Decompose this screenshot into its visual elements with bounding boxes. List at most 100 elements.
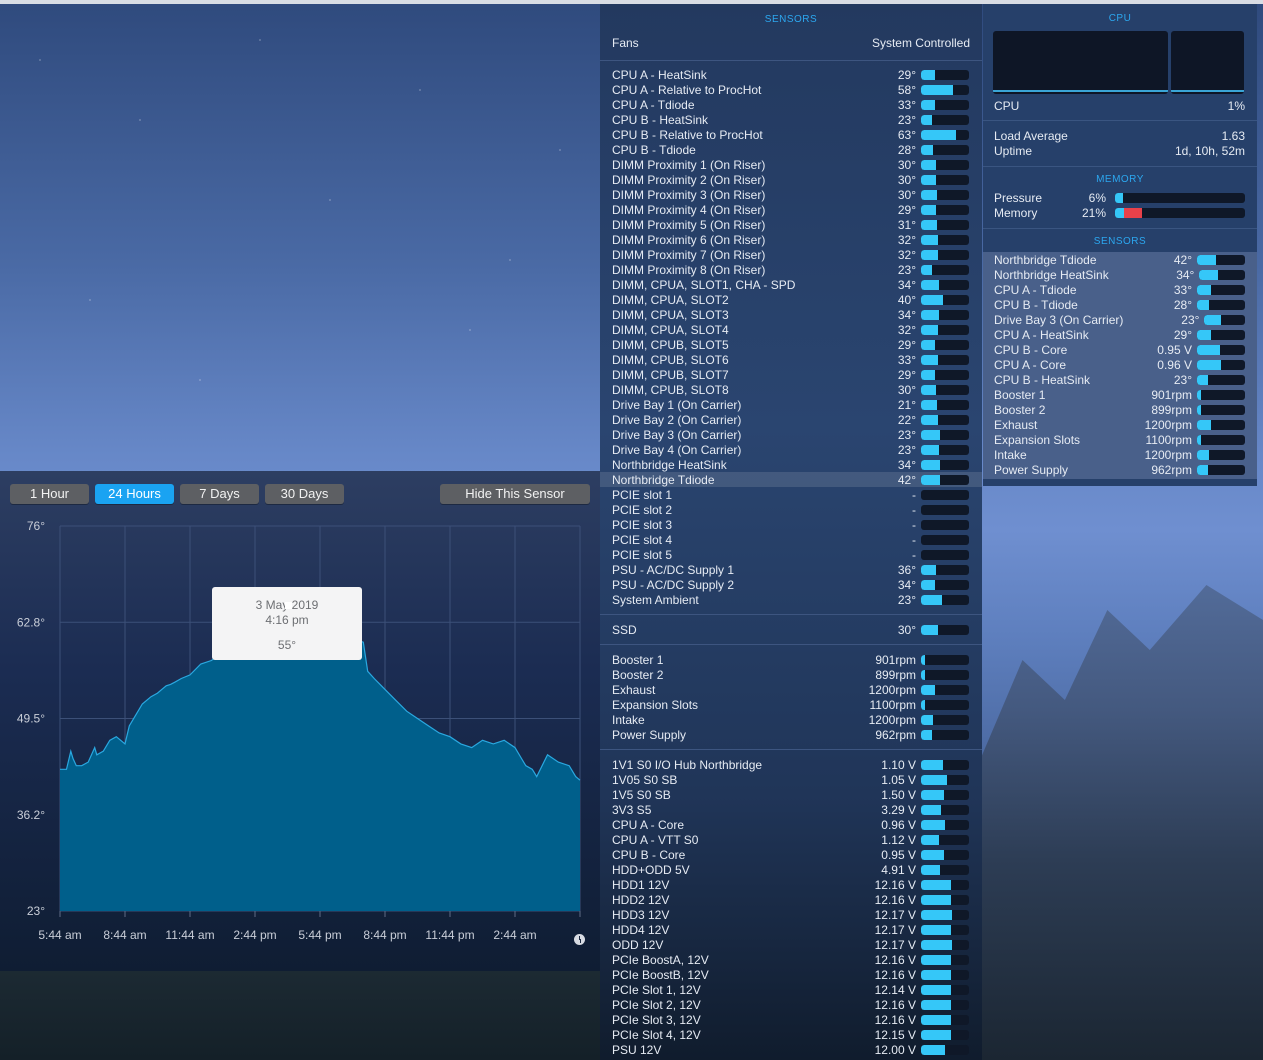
sensor-row[interactable]: PCIe BoostA, 12V 12.16 V [600,952,982,967]
clock-icon[interactable] [574,934,585,945]
sensor-row[interactable]: CPU A - Tdiode 33° [600,97,982,112]
sensor-row[interactable]: 3V3 S5 3.29 V [600,802,982,817]
sensor-row[interactable]: HDD1 12V 12.16 V [600,877,982,892]
sensor-name: CPU B - Core [612,847,686,862]
sensor-row[interactable]: CPU B - Tdiode 28° [600,142,982,157]
sensor-row[interactable]: CPU B - Core 0.95 V [600,847,982,862]
sensor-row[interactable]: DIMM Proximity 8 (On Riser) 23° [600,262,982,277]
sensor-row[interactable]: CPU A - VTT S0 1.12 V [600,832,982,847]
sensor-row[interactable]: HDD2 12V 12.16 V [600,892,982,907]
sensor-name: Drive Bay 2 (On Carrier) [612,412,742,427]
sensor-row[interactable]: PCIE slot 4 - [600,532,982,547]
sensor-row[interactable]: Drive Bay 3 (On Carrier) 23° [983,312,1257,327]
sensor-level-fill [1197,449,1210,460]
sensor-row[interactable]: DIMM, CPUB, SLOT7 29° [600,367,982,382]
sensor-row[interactable]: Booster 1 901rpm [600,652,982,667]
sensor-row[interactable]: DIMM Proximity 1 (On Riser) 30° [600,157,982,172]
fans-mode[interactable]: System Controlled [872,36,970,50]
sensor-row[interactable]: CPU B - HeatSink 23° [600,112,982,127]
sensor-row[interactable]: 1V05 S0 SB 1.05 V [600,772,982,787]
sensor-row[interactable]: Northbridge Tdiode 42° [600,472,982,487]
sensor-row[interactable]: Exhaust 1200rpm [983,417,1257,432]
sensor-row[interactable]: PCIe Slot 1, 12V 12.14 V [600,982,982,997]
sensor-row[interactable]: HDD+ODD 5V 4.91 V [600,862,982,877]
sensor-row[interactable]: PCIe Slot 4, 12V 12.15 V [600,1027,982,1042]
tab-24-hours[interactable]: 24 Hours [95,484,174,504]
sensor-level-fill [921,159,937,170]
sensor-row[interactable]: Drive Bay 1 (On Carrier) 21° [600,397,982,412]
sensor-row[interactable]: CPU B - HeatSink 23° [983,372,1257,387]
sensor-row[interactable]: CPU B - Core 0.95 V [983,342,1257,357]
sensor-value: - [912,547,916,562]
sensor-level-bar [921,384,969,395]
cpu-cores-graph [1171,31,1244,94]
tab-30-days[interactable]: 30 Days [265,484,344,504]
sensor-row[interactable]: CPU A - HeatSink 29° [600,67,982,82]
sensor-row[interactable]: Power Supply 962rpm [983,462,1257,477]
sensor-row[interactable]: DIMM Proximity 6 (On Riser) 32° [600,232,982,247]
sensor-row[interactable]: PCIe Slot 3, 12V 12.16 V [600,1012,982,1027]
sensor-row[interactable]: CPU B - Tdiode 28° [983,297,1257,312]
sensor-row[interactable]: Exhaust 1200rpm [600,682,982,697]
sensor-row[interactable]: Northbridge Tdiode 42° [983,252,1257,267]
sensor-row[interactable]: CPU A - Relative to ProcHot 58° [600,82,982,97]
sensor-row[interactable]: Expansion Slots 1100rpm [983,432,1257,447]
sensor-row[interactable]: PCIe Slot 2, 12V 12.16 V [600,997,982,1012]
sensor-row[interactable]: Northbridge HeatSink 34° [983,267,1257,282]
sensor-row[interactable]: System Ambient 23° [600,592,982,607]
sensor-row[interactable]: CPU A - Core 0.96 V [983,357,1257,372]
sensor-row[interactable]: DIMM, CPUB, SLOT8 30° [600,382,982,397]
sensor-row[interactable]: Intake 1200rpm [983,447,1257,462]
sensor-row[interactable]: Booster 2 899rpm [600,667,982,682]
sensor-row[interactable]: DIMM, CPUA, SLOT3 34° [600,307,982,322]
sensor-row[interactable]: PSU - AC/DC Supply 1 36° [600,562,982,577]
sensor-row[interactable]: DIMM Proximity 5 (On Riser) 31° [600,217,982,232]
sensor-row[interactable]: 1V1 S0 I/O Hub Northbridge 1.10 V [600,757,982,772]
sensor-name: Exhaust [612,682,656,697]
sensor-row[interactable]: CPU A - HeatSink 29° [983,327,1257,342]
sensor-level-fill [921,864,941,875]
sensor-row[interactable]: CPU B - Relative to ProcHot 63° [600,127,982,142]
sensor-row[interactable]: CPU A - Core 0.96 V [600,817,982,832]
tab-7-days[interactable]: 7 Days [180,484,259,504]
sensor-row[interactable]: Booster 2 899rpm [983,402,1257,417]
sensor-row[interactable]: Northbridge HeatSink 34° [600,457,982,472]
sensor-row[interactable]: Drive Bay 3 (On Carrier) 23° [600,427,982,442]
sensor-row[interactable]: HDD3 12V 12.17 V [600,907,982,922]
sensor-row[interactable]: PCIE slot 5 - [600,547,982,562]
chart-tooltip: 3 May 2019 4:16 pm 55° [212,587,362,660]
sensor-row[interactable]: Drive Bay 2 (On Carrier) 22° [600,412,982,427]
sensor-row[interactable]: DIMM Proximity 2 (On Riser) 30° [600,172,982,187]
sensor-row[interactable]: SSD 30° [600,622,982,637]
sensor-row[interactable]: DIMM, CPUA, SLOT1, CHA - SPD 34° [600,277,982,292]
tab-1-hour[interactable]: 1 Hour [10,484,89,504]
sensor-row[interactable]: DIMM Proximity 7 (On Riser) 32° [600,247,982,262]
sensor-row[interactable]: PCIE slot 3 - [600,517,982,532]
sensor-row[interactable]: PCIE slot 1 - [600,487,982,502]
sensor-row[interactable]: DIMM, CPUB, SLOT5 29° [600,337,982,352]
sensor-row[interactable]: 1V5 S0 SB 1.50 V [600,787,982,802]
ssd-list: SSD 30° [600,622,982,637]
sensor-row[interactable]: PCIe BoostB, 12V 12.16 V [600,967,982,982]
sensor-row[interactable]: DIMM Proximity 3 (On Riser) 30° [600,187,982,202]
sensor-row[interactable]: Booster 1 901rpm [983,387,1257,402]
sensor-row[interactable]: PSU - AC/DC Supply 2 34° [600,577,982,592]
sensor-row[interactable]: Intake 1200rpm [600,712,982,727]
sensor-row[interactable]: HDD4 12V 12.17 V [600,922,982,937]
sensor-level-fill [921,234,939,245]
sensor-row[interactable]: DIMM, CPUA, SLOT2 40° [600,292,982,307]
sensor-row[interactable]: Drive Bay 4 (On Carrier) 23° [600,442,982,457]
x-tick-label: 8:44 am [103,928,146,942]
sensor-row[interactable]: DIMM, CPUA, SLOT4 32° [600,322,982,337]
sensor-row[interactable]: DIMM, CPUB, SLOT6 33° [600,352,982,367]
sensor-row[interactable]: Expansion Slots 1100rpm [600,697,982,712]
hide-sensor-button[interactable]: Hide This Sensor [440,484,590,504]
sensor-row[interactable]: PCIE slot 2 - [600,502,982,517]
sensor-value: 63° [897,127,916,142]
sensor-row[interactable]: Power Supply 962rpm [600,727,982,742]
sensor-row[interactable]: CPU A - Tdiode 33° [983,282,1257,297]
sensor-row[interactable]: ODD 12V 12.17 V [600,937,982,952]
sensor-row[interactable]: PSU 12V 12.00 V [600,1042,982,1057]
sensor-row[interactable]: DIMM Proximity 4 (On Riser) 29° [600,202,982,217]
fans-control-row[interactable]: Fans System Controlled [612,36,970,50]
